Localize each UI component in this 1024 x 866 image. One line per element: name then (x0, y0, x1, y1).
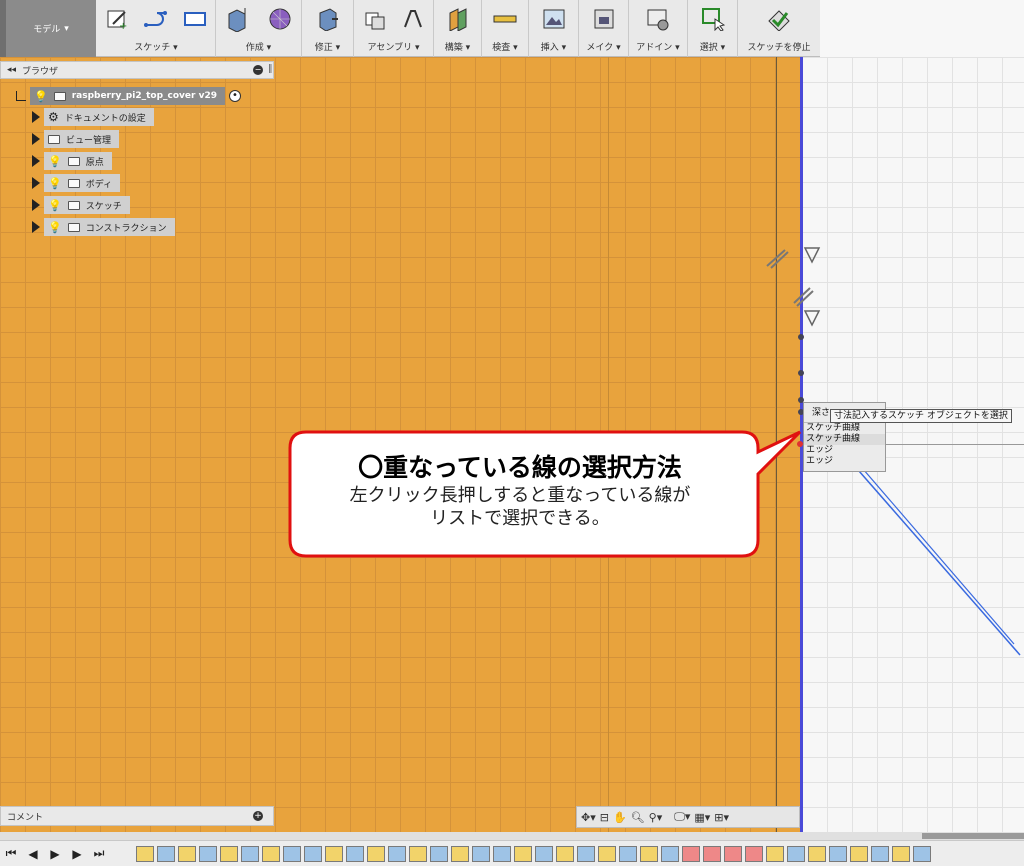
timeline-feature[interactable] (367, 845, 385, 862)
timeline-feature[interactable] (283, 845, 301, 862)
viewports-icon[interactable]: ⊞▾ (714, 811, 729, 824)
go-to-end-icon[interactable]: ⏭ (88, 846, 110, 861)
timeline-feature[interactable] (808, 845, 826, 862)
timeline-feature[interactable] (871, 845, 889, 862)
orbit-icon[interactable]: ✥▾ (581, 811, 596, 824)
timeline-feature[interactable] (451, 845, 469, 862)
pan-icon[interactable]: ✋ (613, 811, 627, 824)
timeline-feature[interactable] (535, 845, 553, 862)
timeline-feature[interactable] (430, 845, 448, 862)
timeline-feature[interactable] (493, 845, 511, 862)
callout-body: 左クリック長押しすると重なっている線が リストで選択できる。 (300, 484, 740, 530)
timeline-feature[interactable] (829, 845, 847, 862)
timeline-feature[interactable] (388, 845, 406, 862)
timeline-feature[interactable] (598, 845, 616, 862)
timeline-scrollbar[interactable] (0, 832, 1024, 840)
add-comment-icon[interactable]: + (253, 811, 263, 821)
navigation-bar: ✥▾ ⊟ ✋ 🔍︎ ⚲▾ 🖵▾ ▦▾ ⊞▾ (576, 806, 800, 828)
timeline-feature[interactable] (787, 845, 805, 862)
timeline-feature[interactable] (472, 845, 490, 862)
timeline-feature[interactable] (241, 845, 259, 862)
scrollbar-thumb[interactable] (922, 833, 1024, 839)
timeline: ⏮ ◀ ▶ ▶ ⏭ (0, 840, 1024, 866)
timeline-feature[interactable] (556, 845, 574, 862)
comments-title: コメント (7, 812, 44, 823)
timeline-feature[interactable] (724, 845, 742, 862)
callout-line: リストで選択できる。 (430, 508, 610, 529)
timeline-features (136, 845, 934, 862)
callout-bubble (288, 430, 802, 558)
timeline-feature[interactable] (514, 845, 532, 862)
timeline-feature[interactable] (640, 845, 658, 862)
timeline-feature[interactable] (262, 845, 280, 862)
timeline-feature[interactable] (892, 845, 910, 862)
step-forward-icon[interactable]: ▶ (66, 847, 88, 861)
timeline-feature[interactable] (661, 845, 679, 862)
look-at-icon[interactable]: ⊟ (600, 811, 609, 824)
timeline-feature[interactable] (745, 845, 763, 862)
timeline-feature[interactable] (304, 845, 322, 862)
display-settings-icon[interactable]: 🖵▾ (674, 810, 690, 824)
timeline-feature[interactable] (325, 845, 343, 862)
timeline-feature[interactable] (682, 845, 700, 862)
timeline-feature[interactable] (157, 845, 175, 862)
timeline-feature[interactable] (178, 845, 196, 862)
callout-line: 左クリック長押しすると重なっている線が (349, 485, 691, 506)
fit-icon[interactable]: ⚲▾ (649, 811, 663, 824)
timeline-feature[interactable] (199, 845, 217, 862)
timeline-feature[interactable] (577, 845, 595, 862)
timeline-feature[interactable] (766, 845, 784, 862)
zoom-icon[interactable]: 🔍︎ (631, 811, 645, 824)
play-icon[interactable]: ▶ (44, 847, 66, 861)
timeline-feature[interactable] (346, 845, 364, 862)
go-to-start-icon[interactable]: ⏮ (0, 846, 22, 861)
grid-settings-icon[interactable]: ▦▾ (694, 811, 710, 824)
timeline-feature[interactable] (220, 845, 238, 862)
timeline-feature[interactable] (619, 845, 637, 862)
timeline-feature[interactable] (409, 845, 427, 862)
timeline-feature[interactable] (913, 845, 931, 862)
timeline-feature[interactable] (703, 845, 721, 862)
step-back-icon[interactable]: ◀ (22, 847, 44, 861)
timeline-feature[interactable] (136, 845, 154, 862)
callout-title: 〇重なっている線の選択方法 (358, 453, 682, 482)
comments-panel[interactable]: コメント + (0, 806, 274, 826)
timeline-feature[interactable] (850, 845, 868, 862)
